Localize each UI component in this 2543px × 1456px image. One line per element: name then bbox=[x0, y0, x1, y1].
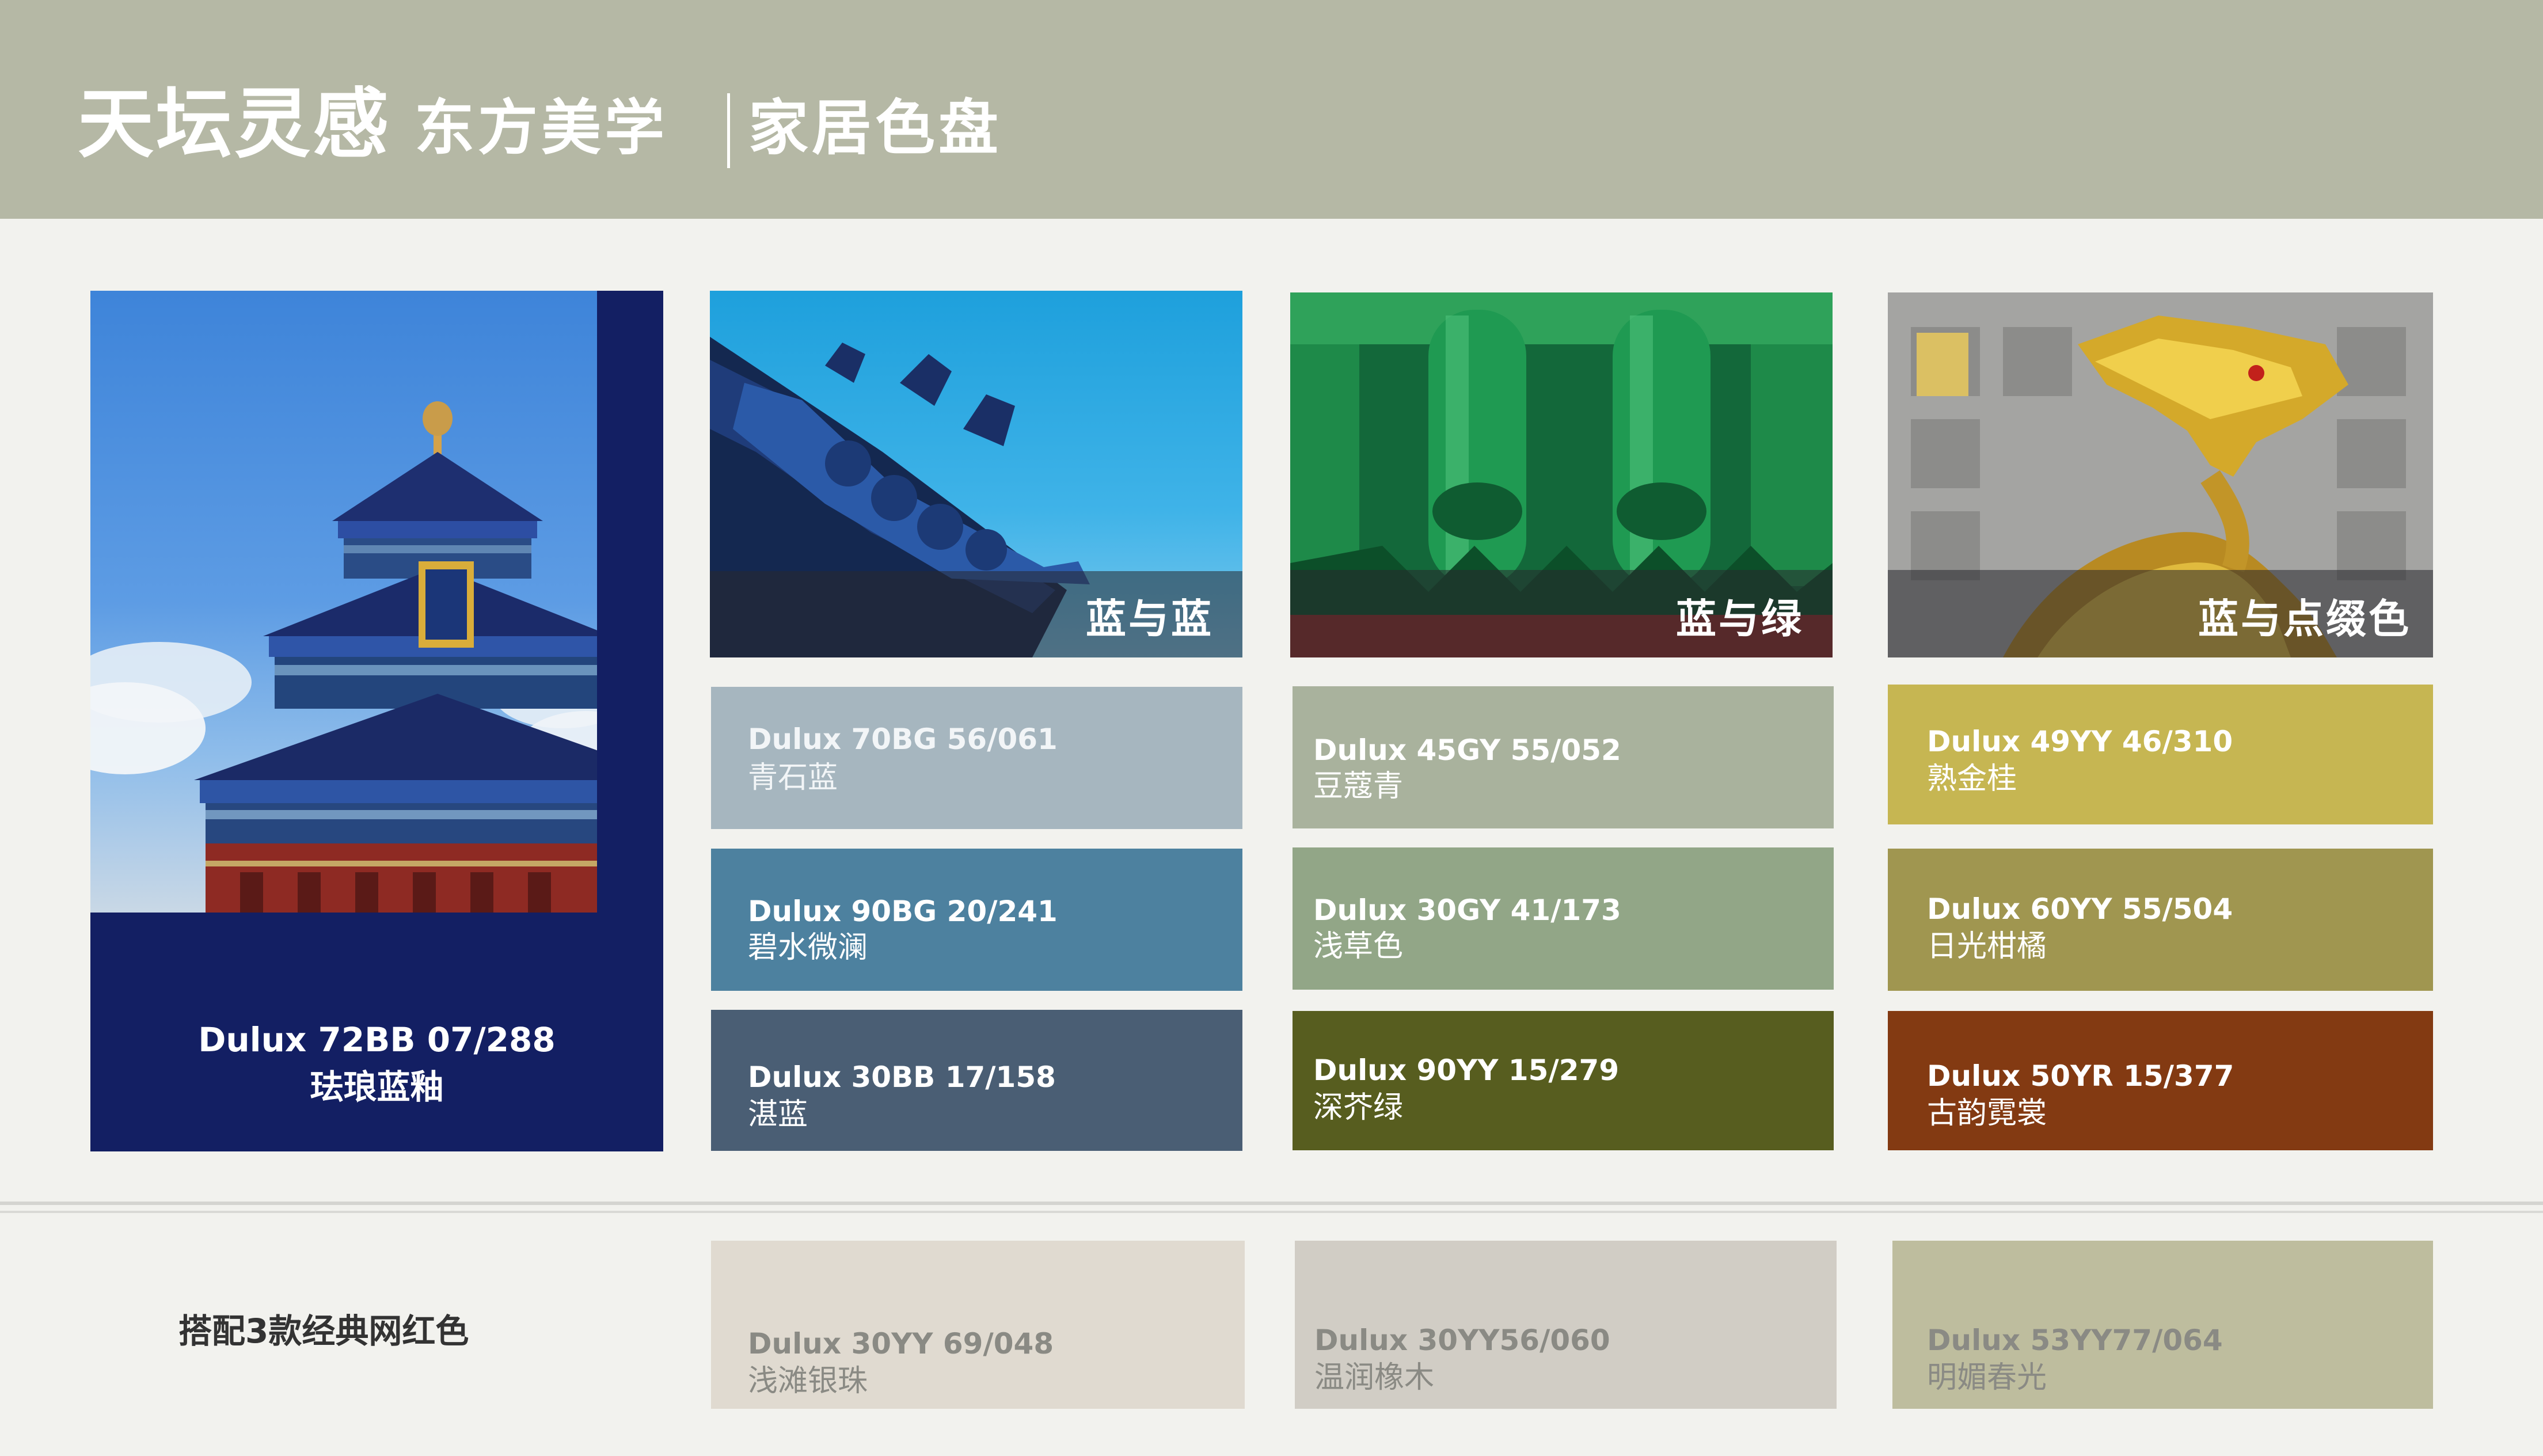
swatch-30gy-41-173: Dulux 30GY 41/173 浅草色 bbox=[1293, 847, 1834, 990]
footer-label: 搭配3款经典网红色 bbox=[178, 1311, 469, 1351]
swatch-code: Dulux 49YY 46/310 bbox=[1927, 725, 2233, 758]
hero-color-card: Dulux 72BB 07/288 珐琅蓝釉 bbox=[90, 291, 663, 1151]
swatch-53yy77-064: Dulux 53YY77/064 明媚春光 bbox=[1892, 1241, 2433, 1409]
swatch-90bg-20-241: Dulux 90BG 20/241 碧水微澜 bbox=[711, 849, 1242, 991]
swatch-90yy-15-279: Dulux 90YY 15/279 深芥绿 bbox=[1293, 1011, 1834, 1150]
swatch-name: 深芥绿 bbox=[1313, 1090, 1404, 1125]
title-divider bbox=[727, 93, 730, 168]
page-subtitle-left: 东方美学 bbox=[415, 92, 668, 163]
swatch-code: Dulux 60YY 55/504 bbox=[1927, 892, 2233, 926]
section-divider bbox=[0, 1202, 2543, 1205]
swatch-code: Dulux 45GY 55/052 bbox=[1313, 733, 1621, 767]
swatch-code: Dulux 30YY 69/048 bbox=[748, 1327, 1054, 1360]
blue-roof-photo: 蓝与蓝 bbox=[710, 291, 1242, 657]
swatch-name: 熟金桂 bbox=[1927, 762, 2017, 796]
temple-illustration bbox=[90, 401, 597, 913]
swatch-code: Dulux 30GY 41/173 bbox=[1313, 894, 1621, 927]
green-tiles-photo: 蓝与绿 bbox=[1290, 292, 1833, 657]
swatch-45gy-55-052: Dulux 45GY 55/052 豆蔻青 bbox=[1293, 686, 1834, 828]
section-divider bbox=[0, 1211, 2543, 1213]
swatch-50yr-15-377: Dulux 50YR 15/377 古韵霓裳 bbox=[1888, 1011, 2433, 1150]
swatch-70bg-56-061: Dulux 70BG 56/061 青石蓝 bbox=[711, 687, 1242, 829]
swatch-name: 古韵霓裳 bbox=[1927, 1096, 2047, 1131]
page-subtitle-right: 家居色盘 bbox=[748, 92, 1002, 163]
swatch-60yy-55-504: Dulux 60YY 55/504 日光柑橘 bbox=[1888, 849, 2433, 991]
swatch-name: 温润橡木 bbox=[1314, 1360, 1435, 1395]
swatch-49yy-46-310: Dulux 49YY 46/310 熟金桂 bbox=[1888, 685, 2433, 824]
theme-label-blue-blue: 蓝与蓝 bbox=[1086, 595, 1214, 643]
swatch-30yy-69-048: Dulux 30YY 69/048 浅滩银珠 bbox=[711, 1241, 1245, 1409]
swatch-code: Dulux 90YY 15/279 bbox=[1313, 1054, 1620, 1087]
swatch-30bb-17-158: Dulux 30BB 17/158 湛蓝 bbox=[711, 1010, 1242, 1151]
swatch-name: 浅草色 bbox=[1313, 929, 1404, 964]
page-title: 天坛灵感 bbox=[78, 80, 391, 169]
swatch-name: 日光柑橘 bbox=[1927, 929, 2047, 964]
swatch-code: Dulux 70BG 56/061 bbox=[748, 723, 1058, 756]
theme-label-blue-green: 蓝与绿 bbox=[1676, 595, 1804, 643]
swatch-30yy56-060: Dulux 30YY56/060 温润橡木 bbox=[1295, 1241, 1837, 1409]
hero-name: 珐琅蓝釉 bbox=[310, 1067, 444, 1107]
swatch-name: 湛蓝 bbox=[748, 1097, 808, 1132]
swatch-code: Dulux 53YY77/064 bbox=[1927, 1324, 2223, 1357]
swatch-code: Dulux 90BG 20/241 bbox=[748, 895, 1058, 928]
swatch-name: 豆蔻青 bbox=[1313, 769, 1404, 804]
golden-dragon-photo: 蓝与点缀色 bbox=[1888, 292, 2433, 657]
swatch-code: Dulux 50YR 15/377 bbox=[1927, 1059, 2234, 1093]
header-banner: 天坛灵感 东方美学 家居色盘 bbox=[0, 0, 2543, 219]
hero-caption: Dulux 72BB 07/288 珐琅蓝釉 bbox=[90, 1016, 663, 1111]
hero-code: Dulux 72BB 07/288 bbox=[198, 1020, 556, 1059]
swatch-name: 浅滩银珠 bbox=[748, 1364, 868, 1398]
swatch-code: Dulux 30BB 17/158 bbox=[748, 1060, 1056, 1094]
theme-label-blue-accent: 蓝与点缀色 bbox=[2198, 595, 2411, 643]
temple-of-heaven-image bbox=[90, 291, 597, 913]
swatch-name: 明媚春光 bbox=[1927, 1360, 2047, 1395]
swatch-name: 碧水微澜 bbox=[748, 930, 868, 965]
swatch-code: Dulux 30YY56/060 bbox=[1314, 1324, 1610, 1357]
swatch-name: 青石蓝 bbox=[748, 761, 838, 795]
